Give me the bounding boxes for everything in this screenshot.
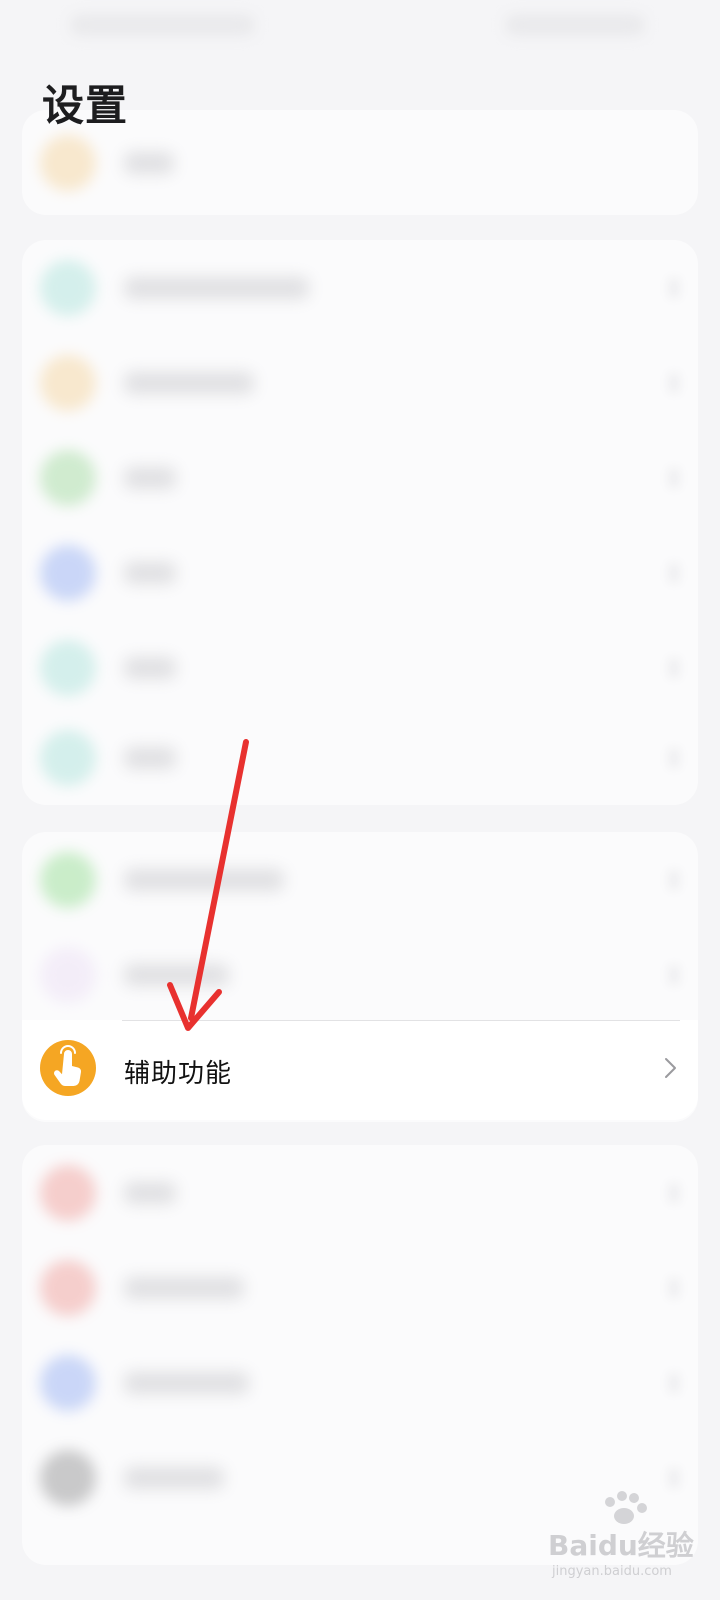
settings-item[interactable]: [22, 240, 698, 335]
settings-item-label: [124, 1182, 176, 1204]
settings-item-label: [124, 657, 176, 679]
chevron-right-icon: [668, 965, 680, 985]
settings-item-icon: [40, 947, 96, 1003]
accessibility-label: 辅助功能: [124, 1059, 233, 1089]
blurred-settings-list: [0, 0, 720, 1600]
settings-item-icon: [40, 1165, 96, 1221]
settings-item-label: [124, 1467, 224, 1489]
settings-item-label: [124, 1372, 249, 1394]
watermark-url: jingyan.baidu.com: [552, 1564, 672, 1579]
settings-item-label: [124, 467, 176, 489]
hand-tap-icon: [40, 1040, 96, 1096]
chevron-right-icon: [668, 870, 680, 890]
chevron-right-icon: [668, 748, 680, 768]
paw-logo-icon: [605, 1491, 647, 1524]
settings-item-icon: [40, 852, 96, 908]
settings-item[interactable]: [22, 1240, 698, 1335]
settings-item-icon: [40, 640, 96, 696]
settings-item-icon: [40, 260, 96, 316]
settings-item-label: [124, 372, 254, 394]
chevron-right-icon: [668, 1468, 680, 1488]
settings-item-icon: [40, 1355, 96, 1411]
status-bar-left: [70, 14, 255, 36]
settings-item[interactable]: [22, 1145, 698, 1240]
settings-item-label: [124, 869, 284, 891]
settings-item-icon: [40, 1450, 96, 1506]
chevron-right-icon: [668, 658, 680, 678]
settings-item[interactable]: [22, 620, 698, 715]
chevron-right-icon: [668, 1183, 680, 1203]
settings-item-label: [124, 277, 309, 299]
settings-item-icon: [40, 1260, 96, 1316]
settings-screen: 设置 辅助功能 Baidu经验 jingyan.baidu.com: [0, 0, 720, 1600]
chevron-right-icon: [668, 563, 680, 583]
settings-item[interactable]: [22, 927, 698, 1022]
settings-item-label: [124, 562, 176, 584]
settings-item[interactable]: [22, 1335, 698, 1430]
settings-item-label: [124, 1277, 244, 1299]
watermark-text: Baidu经验: [548, 1529, 694, 1562]
settings-item-icon: [40, 730, 96, 786]
watermark: Baidu经验 jingyan.baidu.com: [548, 1488, 708, 1588]
settings-item[interactable]: [22, 832, 698, 927]
settings-item-accessibility[interactable]: 辅助功能: [22, 1020, 698, 1120]
chevron-right-icon: [668, 278, 680, 298]
settings-item-icon: [40, 355, 96, 411]
settings-item-label: [124, 152, 174, 174]
settings-item[interactable]: [22, 710, 698, 805]
settings-card-2: [22, 240, 698, 805]
chevron-right-icon: [668, 1278, 680, 1298]
chevron-right-icon: [668, 373, 680, 393]
settings-item[interactable]: [22, 525, 698, 620]
settings-item-label: [124, 747, 176, 769]
status-bar-right: [505, 14, 645, 36]
page-title: 设置: [42, 81, 129, 130]
divider: [122, 1020, 680, 1021]
settings-item-icon: [40, 450, 96, 506]
settings-item-label: [124, 964, 229, 986]
settings-item-icon: [40, 545, 96, 601]
chevron-right-icon: [668, 468, 680, 488]
settings-item[interactable]: [22, 430, 698, 525]
status-bar: [0, 0, 720, 50]
chevron-right-icon: [668, 1373, 680, 1393]
settings-item[interactable]: [22, 335, 698, 430]
chevron-right-icon: [665, 1058, 676, 1078]
settings-item-icon: [40, 135, 96, 191]
